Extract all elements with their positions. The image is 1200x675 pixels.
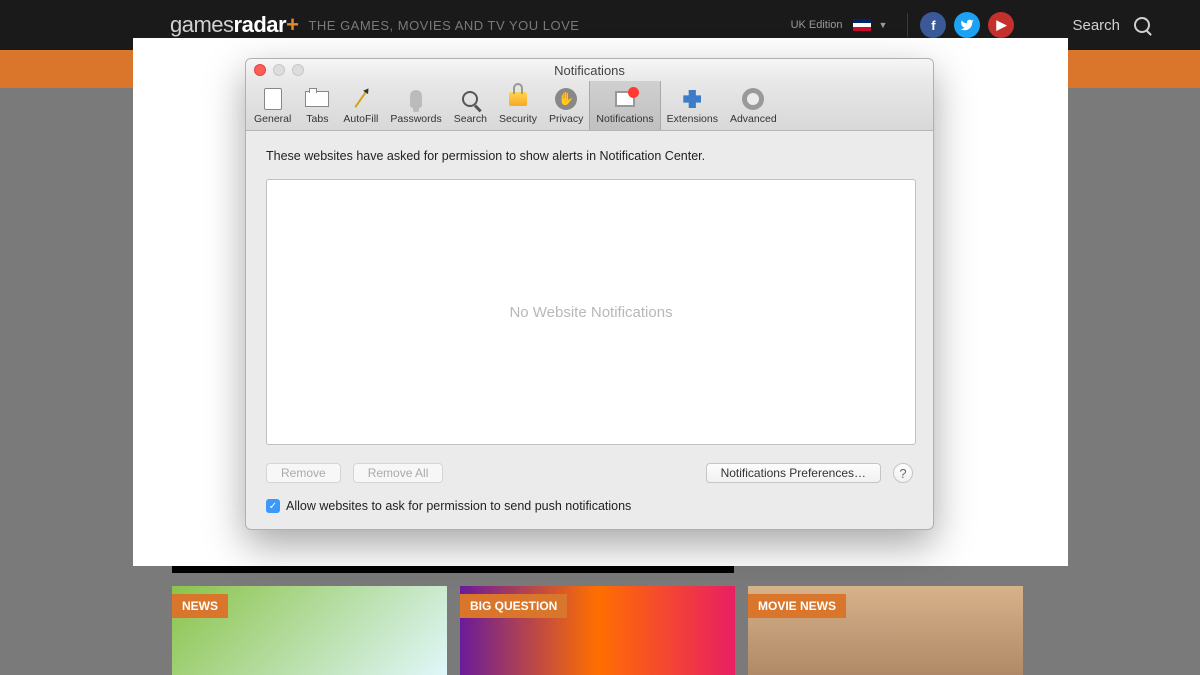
edition-label[interactable]: UK Edition (791, 19, 843, 31)
key-icon (402, 86, 430, 112)
panel-description: These websites have asked for permission… (266, 149, 913, 163)
chevron-down-icon[interactable]: ▼ (879, 20, 888, 30)
article-card[interactable]: MOVIE NEWS (748, 586, 1023, 675)
allow-push-checkbox[interactable]: ✓ (266, 499, 280, 513)
help-button[interactable]: ? (893, 463, 913, 483)
window-zoom-button[interactable] (292, 64, 304, 76)
tabs-icon (303, 86, 331, 112)
search-icon[interactable] (1134, 17, 1150, 33)
uk-flag-icon (853, 19, 871, 31)
tab-autofill[interactable]: AutoFill (337, 81, 384, 130)
tab-passwords[interactable]: Passwords (384, 81, 447, 130)
tab-security[interactable]: Security (493, 81, 543, 130)
divider (907, 13, 908, 37)
category-badge: BIG QUESTION (460, 594, 567, 618)
magnifier-icon (456, 86, 484, 112)
tab-extensions[interactable]: Extensions (661, 81, 724, 130)
remove-all-button: Remove All (353, 463, 444, 483)
allow-push-label: Allow websites to ask for permission to … (286, 499, 631, 513)
window-title: Notifications (246, 63, 933, 78)
facebook-icon[interactable]: f (920, 12, 946, 38)
preferences-toolbar: General Tabs AutoFill Passwords Search S… (246, 81, 933, 131)
category-badge: NEWS (172, 594, 228, 618)
article-card[interactable]: BIG QUESTION (460, 586, 735, 675)
article-card[interactable]: NEWS (172, 586, 447, 675)
preferences-window: Notifications General Tabs AutoFill Pass… (245, 58, 934, 530)
window-titlebar[interactable]: Notifications (246, 59, 933, 81)
remove-button: Remove (266, 463, 341, 483)
notification-icon (611, 86, 639, 112)
tagline: THE GAMES, MOVIES AND TV YOU LOVE (308, 18, 579, 33)
tab-general[interactable]: General (248, 81, 297, 130)
youtube-icon[interactable]: ▶ (988, 12, 1014, 38)
tab-tabs[interactable]: Tabs (297, 81, 337, 130)
websites-list[interactable]: No Website Notifications (266, 179, 916, 445)
tab-notifications[interactable]: Notifications (589, 81, 660, 130)
tab-search[interactable]: Search (448, 81, 493, 130)
hand-icon: ✋ (552, 86, 580, 112)
puzzle-icon (678, 86, 706, 112)
notification-preferences-button[interactable]: Notifications Preferences… (706, 463, 881, 483)
lock-icon (504, 86, 532, 112)
site-logo[interactable]: gamesradar+ (170, 12, 298, 38)
search-label[interactable]: Search (1072, 17, 1120, 34)
general-icon (259, 86, 287, 112)
article-cards: NEWS BIG QUESTION MOVIE NEWS (172, 586, 1023, 675)
gear-icon (739, 86, 767, 112)
tab-advanced[interactable]: Advanced (724, 81, 783, 130)
window-minimize-button[interactable] (273, 64, 285, 76)
category-badge: MOVIE NEWS (748, 594, 846, 618)
empty-placeholder: No Website Notifications (509, 304, 672, 321)
tab-privacy[interactable]: ✋ Privacy (543, 81, 589, 130)
window-close-button[interactable] (254, 64, 266, 76)
twitter-icon[interactable] (954, 12, 980, 38)
pencil-icon (347, 86, 375, 112)
